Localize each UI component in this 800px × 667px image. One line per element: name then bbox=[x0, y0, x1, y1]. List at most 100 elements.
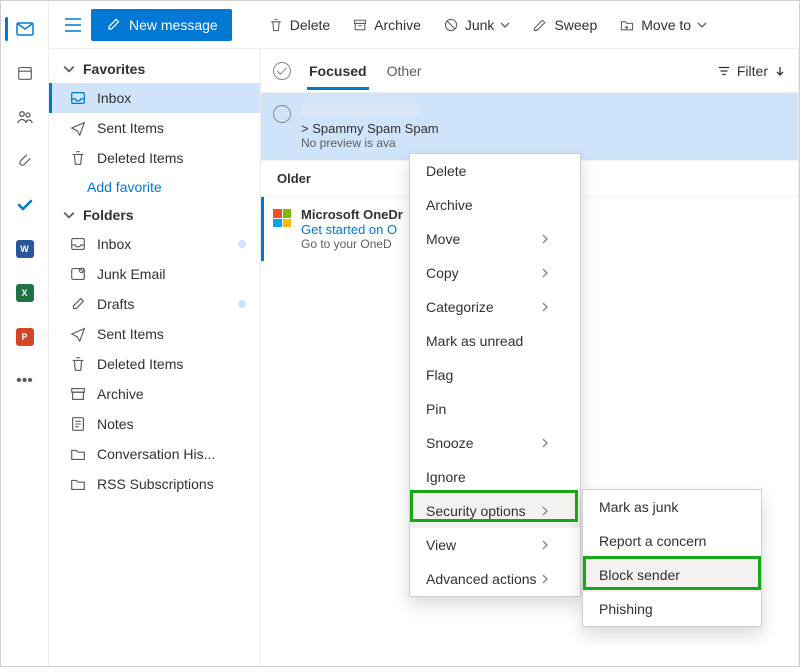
favorite-sent[interactable]: Sent Items bbox=[49, 113, 260, 143]
favorite-inbox[interactable]: Inbox bbox=[49, 83, 260, 113]
inbox-label-2: Inbox bbox=[97, 236, 131, 252]
chevron-right-icon bbox=[540, 506, 550, 516]
ctx-pin[interactable]: Pin bbox=[410, 392, 580, 426]
junk-label-2: Junk Email bbox=[97, 266, 165, 282]
ctx-mark-junk[interactable]: Mark as junk bbox=[583, 490, 761, 524]
chevron-right-icon bbox=[540, 438, 550, 448]
favorites-section[interactable]: Favorites bbox=[49, 55, 260, 83]
ctx-categorize[interactable]: Categorize bbox=[410, 290, 580, 324]
message-preview: No preview is ava bbox=[301, 136, 786, 150]
send-icon bbox=[69, 325, 87, 343]
rail-mail-icon[interactable] bbox=[5, 9, 45, 49]
deleted-label-2: Deleted Items bbox=[97, 356, 183, 372]
junk-label: Junk bbox=[465, 17, 495, 33]
ctx-report-concern[interactable]: Report a concern bbox=[583, 524, 761, 558]
ctx-ignore[interactable]: Ignore bbox=[410, 460, 580, 494]
tab-other[interactable]: Other bbox=[385, 53, 424, 89]
ctx-copy[interactable]: Copy bbox=[410, 256, 580, 290]
folder-deleted[interactable]: Deleted Items bbox=[49, 349, 260, 379]
folder-notes[interactable]: Notes bbox=[49, 409, 260, 439]
message-subject-2: Get started on O bbox=[301, 222, 403, 237]
sent-label-2: Sent Items bbox=[97, 326, 164, 342]
ctx-move[interactable]: Move bbox=[410, 222, 580, 256]
chevron-down-icon bbox=[63, 63, 75, 75]
folders-section[interactable]: Folders bbox=[49, 201, 260, 229]
move-to-button[interactable]: Move to bbox=[609, 9, 717, 41]
folder-inbox[interactable]: Inbox bbox=[49, 229, 260, 259]
message-subject: > Spammy Spam Spam bbox=[301, 121, 786, 136]
ctx-view[interactable]: View bbox=[410, 528, 580, 562]
rail-word-icon[interactable]: W bbox=[5, 229, 45, 269]
folders-label: Folders bbox=[83, 207, 134, 223]
inbox-icon bbox=[69, 235, 87, 253]
rail-powerpoint-icon[interactable]: P bbox=[5, 317, 45, 357]
inbox-label: Inbox bbox=[97, 90, 131, 106]
folder-drafts[interactable]: Drafts bbox=[49, 289, 260, 319]
archive-label: Archive bbox=[374, 17, 421, 33]
rail-files-icon[interactable] bbox=[5, 141, 45, 181]
inbox-icon bbox=[69, 89, 87, 107]
context-menu: Delete Archive Move Copy Categorize Mark… bbox=[409, 153, 581, 597]
rss-label: RSS Subscriptions bbox=[97, 476, 214, 492]
ctx-archive[interactable]: Archive bbox=[410, 188, 580, 222]
new-message-label: New message bbox=[129, 17, 218, 33]
delete-button[interactable]: Delete bbox=[258, 9, 340, 41]
folder-icon bbox=[69, 445, 87, 463]
notes-icon bbox=[69, 415, 87, 433]
sweep-button[interactable]: Sweep bbox=[522, 9, 607, 41]
add-favorite-link[interactable]: Add favorite bbox=[49, 173, 260, 201]
chevron-down-icon bbox=[697, 20, 707, 30]
new-message-button[interactable]: New message bbox=[91, 9, 232, 41]
filter-icon bbox=[717, 64, 731, 78]
rail-todo-icon[interactable] bbox=[5, 185, 45, 225]
ctx-snooze[interactable]: Snooze bbox=[410, 426, 580, 460]
archive-button[interactable]: Archive bbox=[342, 9, 431, 41]
folder-conversation-history[interactable]: Conversation His... bbox=[49, 439, 260, 469]
favorites-label: Favorites bbox=[83, 61, 145, 77]
chevron-down-icon bbox=[63, 209, 75, 221]
hamburger-menu-icon[interactable] bbox=[57, 9, 89, 41]
favorite-deleted[interactable]: Deleted Items bbox=[49, 143, 260, 173]
message-item-spam[interactable]: > Spammy Spam Spam No preview is ava bbox=[261, 93, 798, 161]
folder-icon bbox=[69, 475, 87, 493]
ctx-flag[interactable]: Flag bbox=[410, 358, 580, 392]
ctx-phishing[interactable]: Phishing bbox=[583, 592, 761, 626]
drafts-icon bbox=[69, 295, 87, 313]
ctx-block-sender[interactable]: Block sender bbox=[583, 558, 761, 592]
folder-rss[interactable]: RSS Subscriptions bbox=[49, 469, 260, 499]
chevron-right-icon bbox=[540, 540, 550, 550]
folder-archive[interactable]: Archive bbox=[49, 379, 260, 409]
rail-more-icon[interactable]: ••• bbox=[5, 361, 45, 401]
junk-button[interactable]: Junk bbox=[433, 9, 521, 41]
ctx-mark-unread[interactable]: Mark as unread bbox=[410, 324, 580, 358]
folder-sent[interactable]: Sent Items bbox=[49, 319, 260, 349]
message-tabs: Focused Other Filter bbox=[261, 49, 798, 93]
ctx-delete[interactable]: Delete bbox=[410, 154, 580, 188]
arrow-down-icon bbox=[774, 65, 786, 77]
select-message-radio[interactable] bbox=[273, 105, 291, 123]
notes-label: Notes bbox=[97, 416, 134, 432]
chevron-right-icon bbox=[540, 302, 550, 312]
ctx-security-options[interactable]: Security options bbox=[410, 494, 580, 528]
filter-button[interactable]: Filter bbox=[717, 63, 786, 79]
ctx-advanced-actions[interactable]: Advanced actions bbox=[410, 562, 580, 596]
rail-calendar-icon[interactable] bbox=[5, 53, 45, 93]
sender-redacted bbox=[301, 103, 421, 117]
message-sender: Microsoft OneDr bbox=[301, 207, 403, 222]
junk-icon bbox=[69, 265, 87, 283]
chevron-right-icon bbox=[540, 234, 550, 244]
sent-label: Sent Items bbox=[97, 120, 164, 136]
unread-dot bbox=[238, 300, 246, 308]
delete-label: Delete bbox=[290, 17, 330, 33]
rail-people-icon[interactable] bbox=[5, 97, 45, 137]
chevron-down-icon bbox=[500, 20, 510, 30]
tab-focused[interactable]: Focused bbox=[307, 53, 369, 89]
archive-label-2: Archive bbox=[97, 386, 144, 402]
rail-excel-icon[interactable]: X bbox=[5, 273, 45, 313]
archive-icon bbox=[69, 385, 87, 403]
folder-junk[interactable]: Junk Email bbox=[49, 259, 260, 289]
context-submenu-security: Mark as junk Report a concern Block send… bbox=[582, 489, 762, 627]
sweep-label: Sweep bbox=[554, 17, 597, 33]
chevron-right-icon bbox=[540, 268, 550, 278]
select-all-checkbox[interactable] bbox=[273, 62, 291, 80]
